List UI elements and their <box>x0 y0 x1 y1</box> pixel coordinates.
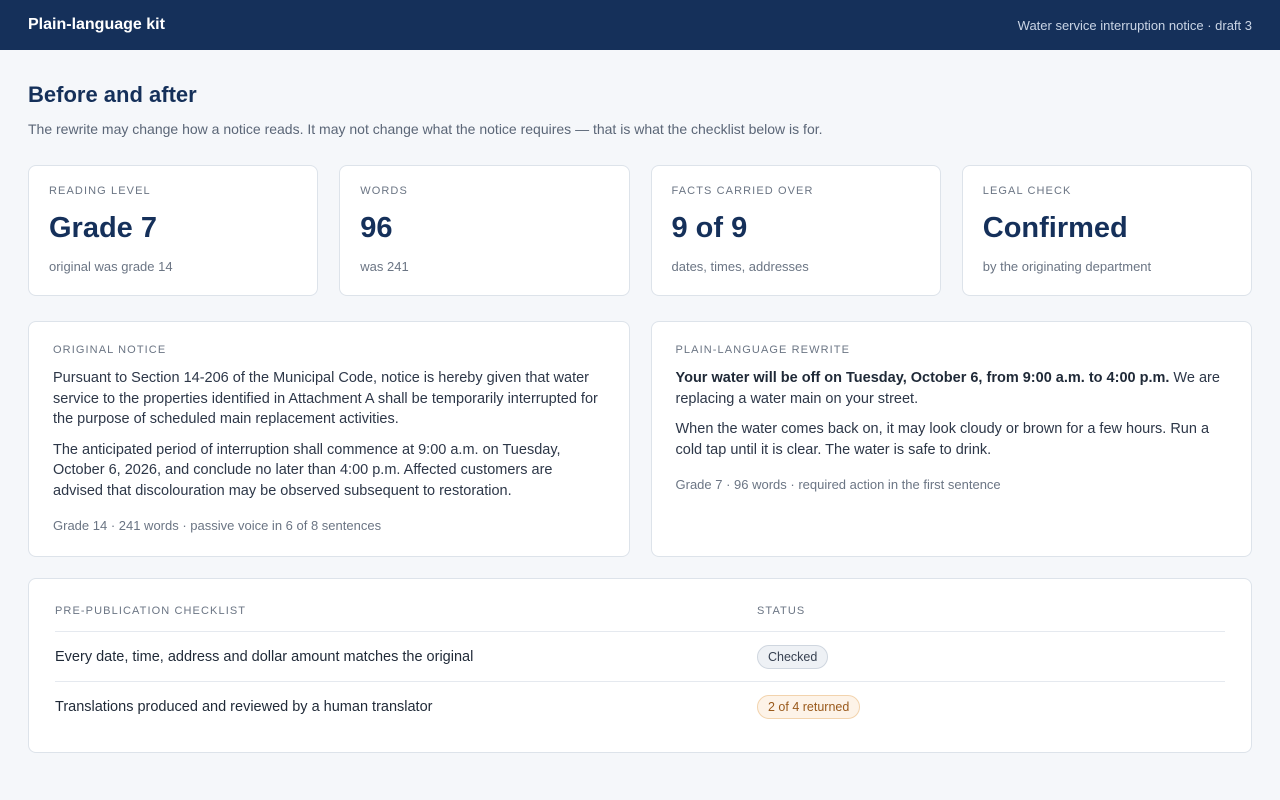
stat-label: Words <box>360 185 408 197</box>
original-notice-body: Pursuant to Section 14-206 of the Munici… <box>53 368 605 501</box>
page-title: Before and after <box>28 82 197 107</box>
stat-value: Grade 7 <box>49 212 157 244</box>
page-subtitle: The rewrite may change how a notice read… <box>28 121 823 137</box>
checklist-item: Every date, time, address and dollar amo… <box>55 648 474 665</box>
stat-note: dates, times, addresses <box>671 259 809 274</box>
stat-value: 96 <box>360 212 393 244</box>
rewrite-paragraph: Your water will be off on Tuesday, Octob… <box>676 368 1228 409</box>
checklist-header: Pre-publication checklist Status <box>55 605 1225 632</box>
checklist-column-status: Status <box>757 605 806 617</box>
stat-note: original was grade 14 <box>49 259 173 274</box>
original-notice-meta: Grade 14 · 241 words · passive voice in … <box>53 518 382 533</box>
stat-label: Facts carried over <box>671 185 814 197</box>
stat-card-words: Words 96 was 241 <box>339 165 630 296</box>
stat-value: Confirmed <box>982 212 1128 244</box>
top-bar: Plain-language kit Water service interru… <box>0 0 1280 50</box>
comparison-panels: Original notice Pursuant to Section 14-2… <box>28 321 1252 557</box>
stat-label: Legal check <box>982 185 1072 197</box>
panel-label: Original notice <box>53 344 167 356</box>
checklist-item: Translations produced and reviewed by a … <box>55 699 433 715</box>
status-badge: Checked <box>757 644 829 669</box>
stat-card-facts-carried-over: Facts carried over 9 of 9 dates, times, … <box>650 165 941 296</box>
original-paragraph: Pursuant to Section 14-206 of the Munici… <box>53 370 598 427</box>
rewrite-paragraph: When the water comes back on, it may loo… <box>675 421 1210 458</box>
main-content: Before and after The rewrite may change … <box>0 50 1280 753</box>
stat-card-reading-level: Reading level Grade 7 original was grade… <box>28 165 319 296</box>
app-title: Plain-language kit <box>28 16 165 33</box>
stat-value: 9 of 9 <box>671 212 748 244</box>
stat-note: by the originating department <box>982 259 1152 274</box>
status-badge: 2 of 4 returned <box>757 695 861 719</box>
checklist-row: Translations produced and reviewed by a … <box>55 682 1225 732</box>
document-name: Water service interruption notice · draf… <box>1017 17 1252 33</box>
stat-note: was 241 <box>360 259 409 274</box>
panel-label: Plain-language rewrite <box>675 344 851 356</box>
rewrite-panel: Plain-language rewrite Your water will b… <box>650 321 1252 557</box>
rewrite-body: Your water will be off on Tuesday, Octob… <box>676 368 1228 460</box>
pre-publication-checklist: Pre-publication checklist Status Every d… <box>28 578 1252 753</box>
checklist-row: Every date, time, address and dollar amo… <box>55 632 1225 682</box>
checklist-column-item: Pre-publication checklist <box>55 605 247 617</box>
rewrite-lead-bold: Your water will be off on Tuesday, Octob… <box>675 370 1170 386</box>
rewrite-meta: Grade 7 · 96 words · required action in … <box>675 477 1001 492</box>
stat-label: Reading level <box>49 185 151 197</box>
original-paragraph: The anticipated period of interruption s… <box>53 441 561 499</box>
original-notice-panel: Original notice Pursuant to Section 14-2… <box>28 321 630 557</box>
stat-card-legal-check: Legal check Confirmed by the originating… <box>961 165 1252 296</box>
stats-row: Reading level Grade 7 original was grade… <box>28 165 1252 296</box>
